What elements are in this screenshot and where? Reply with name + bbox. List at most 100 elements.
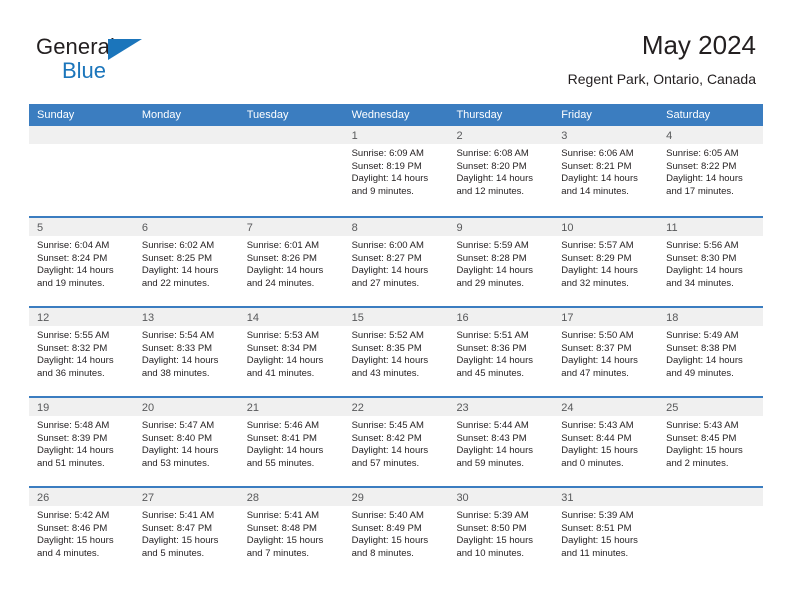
day-cell[interactable]: 28 Sunrise: 5:41 AM Sunset: 8:48 PM Dayligh… [238, 488, 344, 576]
day-cell[interactable]: 15 Sunrise: 5:52 AM Sunset: 8:35 PM Dayligh… [343, 308, 449, 396]
day-cell[interactable]: 11 Sunrise: 5:56 AM Sunset: 8:30 PM Dayligh… [658, 218, 764, 306]
day-sun-info: Sunrise: 5:50 AM Sunset: 8:37 PM Daylight:… [553, 326, 658, 380]
sunrise-text: Sunrise: 5:57 AM [561, 240, 634, 251]
sunrise-text: Sunrise: 5:53 AM [246, 330, 320, 341]
day-cell[interactable]: 1 Sunrise: 6:09 AM Sunset: 8:19 PM Daylight… [343, 126, 449, 216]
day-sun-info: Sunrise: 6:08 AM Sunset: 8:20 PM Daylight:… [448, 144, 553, 198]
day-sun-info: Sunrise: 6:09 AM Sunset: 8:19 PM Daylight:… [344, 144, 449, 198]
daylight-text-line1: Daylight: 15 hours [37, 535, 114, 547]
sunrise-text: Sunrise: 6:08 AM [456, 148, 529, 159]
day-number-band: 1 [343, 126, 449, 144]
day-sun-info: Sunrise: 6:01 AM Sunset: 8:26 PM Daylight:… [239, 236, 344, 290]
day-number-band: 22 [343, 398, 449, 416]
day-number: 2 [456, 130, 463, 142]
daylight-text-line2: and 9 minutes. [351, 185, 414, 197]
sunrise-text: Sunrise: 5:51 AM [456, 330, 529, 341]
sunset-text: Sunset: 8:50 PM [456, 522, 527, 534]
day-number-band [658, 488, 764, 506]
day-cell[interactable]: 2 Sunrise: 6:08 AM Sunset: 8:20 PM Daylight… [448, 126, 554, 216]
day-cell[interactable]: 25 Sunrise: 5:43 AM Sunset: 8:45 PM Dayligh… [658, 398, 764, 486]
daylight-text-line1: Daylight: 14 hours [666, 355, 743, 367]
sunset-text: Sunset: 8:39 PM [37, 432, 108, 444]
logo-triangle-icon [108, 39, 142, 60]
sunset-text: Sunset: 8:43 PM [456, 432, 527, 444]
day-cell[interactable]: 10 Sunrise: 5:57 AM Sunset: 8:29 PM Dayligh… [553, 218, 659, 306]
page-title: May 2024 [641, 30, 756, 60]
daylight-text-line2: and 24 minutes. [246, 277, 315, 289]
sunset-text: Sunset: 8:34 PM [246, 342, 317, 354]
logo-text-blue: Blue [62, 58, 107, 83]
daylight-text-line1: Daylight: 14 hours [456, 355, 534, 367]
day-sun-info: Sunrise: 5:43 AM Sunset: 8:45 PM Daylight:… [658, 416, 763, 470]
day-cell[interactable]: 5 Sunrise: 6:04 AM Sunset: 8:24 PM Daylight… [29, 218, 134, 306]
general-blue-logo[interactable]: General Blue [36, 34, 166, 92]
daylight-text-line1: Daylight: 14 hours [141, 445, 219, 457]
daylight-text-line2: and 45 minutes. [456, 367, 525, 379]
day-cell[interactable]: 26 Sunrise: 5:42 AM Sunset: 8:46 PM Dayligh… [29, 488, 134, 576]
day-cell[interactable]: 3 Sunrise: 6:06 AM Sunset: 8:21 PM Daylight… [553, 126, 659, 216]
day-cell-empty [133, 126, 239, 216]
sunset-text: Sunset: 8:27 PM [351, 252, 422, 264]
day-number: 17 [561, 312, 574, 324]
day-cell[interactable]: 14 Sunrise: 5:53 AM Sunset: 8:34 PM Dayligh… [238, 308, 344, 396]
daylight-text-line1: Daylight: 14 hours [246, 265, 324, 277]
daylight-text-line2: and 8 minutes. [351, 547, 414, 559]
calendar-week-row: 1 Sunrise: 6:09 AM Sunset: 8:19 PM Daylight… [29, 126, 764, 216]
daylight-text-line1: Daylight: 15 hours [141, 535, 219, 547]
sunset-text: Sunset: 8:33 PM [141, 342, 213, 354]
day-sun-info: Sunrise: 5:46 AM Sunset: 8:41 PM Daylight:… [239, 416, 344, 470]
day-number-band: 24 [553, 398, 659, 416]
daylight-text-line1: Daylight: 15 hours [561, 445, 638, 457]
day-sun-info: Sunrise: 5:55 AM Sunset: 8:32 PM Daylight:… [29, 326, 134, 380]
sunrise-text: Sunrise: 6:00 AM [351, 240, 424, 251]
sunset-text: Sunset: 8:51 PM [561, 522, 632, 534]
day-sun-info: Sunrise: 5:52 AM Sunset: 8:35 PM Daylight:… [344, 326, 449, 380]
day-sun-info: Sunrise: 6:04 AM Sunset: 8:24 PM Daylight:… [29, 236, 134, 290]
day-sun-info: Sunrise: 5:53 AM Sunset: 8:34 PM Daylight:… [239, 326, 344, 380]
day-number: 23 [456, 402, 469, 414]
day-cell[interactable]: 30 Sunrise: 5:39 AM Sunset: 8:50 PM Dayligh… [448, 488, 554, 576]
day-number: 16 [456, 312, 469, 324]
day-cell[interactable]: 31 Sunrise: 5:39 AM Sunset: 8:51 PM Dayligh… [553, 488, 659, 576]
logo-text-general: General [36, 34, 115, 59]
day-cell[interactable]: 18 Sunrise: 5:49 AM Sunset: 8:38 PM Dayligh… [658, 308, 764, 396]
day-cell[interactable]: 27 Sunrise: 5:41 AM Sunset: 8:47 PM Dayligh… [133, 488, 239, 576]
day-number: 24 [561, 402, 574, 414]
daylight-text-line1: Daylight: 14 hours [246, 355, 324, 367]
daylight-text-line1: Daylight: 14 hours [666, 173, 743, 185]
day-number: 21 [246, 402, 259, 414]
day-cell[interactable]: 17 Sunrise: 5:50 AM Sunset: 8:37 PM Dayligh… [553, 308, 659, 396]
sunrise-text: Sunrise: 5:56 AM [666, 240, 739, 251]
day-cell[interactable]: 12 Sunrise: 5:55 AM Sunset: 8:32 PM Dayligh… [29, 308, 134, 396]
day-cell[interactable]: 6 Sunrise: 6:02 AM Sunset: 8:25 PM Daylight… [133, 218, 239, 306]
day-cell[interactable]: 4 Sunrise: 6:05 AM Sunset: 8:22 PM Daylight… [658, 126, 764, 216]
day-cell[interactable]: 16 Sunrise: 5:51 AM Sunset: 8:36 PM Dayligh… [448, 308, 554, 396]
sunset-text: Sunset: 8:37 PM [561, 342, 632, 354]
day-cell[interactable]: 21 Sunrise: 5:46 AM Sunset: 8:41 PM Dayligh… [238, 398, 344, 486]
day-cell[interactable]: 7 Sunrise: 6:01 AM Sunset: 8:26 PM Daylight… [238, 218, 344, 306]
sunset-text: Sunset: 8:41 PM [246, 432, 317, 444]
daylight-text-line2: and 2 minutes. [666, 457, 729, 469]
day-cell[interactable]: 20 Sunrise: 5:47 AM Sunset: 8:40 PM Dayligh… [133, 398, 239, 486]
daylight-text-line1: Daylight: 15 hours [351, 535, 429, 547]
day-number-band: 16 [448, 308, 554, 326]
sunrise-text: Sunrise: 5:39 AM [456, 510, 529, 521]
daylight-text-line2: and 14 minutes. [561, 185, 629, 197]
day-cell[interactable]: 29 Sunrise: 5:40 AM Sunset: 8:49 PM Dayligh… [343, 488, 449, 576]
day-number-band: 8 [343, 218, 449, 236]
day-cell[interactable]: 8 Sunrise: 6:00 AM Sunset: 8:27 PM Daylight… [343, 218, 449, 306]
day-sun-info: Sunrise: 5:45 AM Sunset: 8:42 PM Daylight:… [344, 416, 449, 470]
day-cell[interactable]: 24 Sunrise: 5:43 AM Sunset: 8:44 PM Dayligh… [553, 398, 659, 486]
daylight-text-line1: Daylight: 15 hours [561, 535, 638, 547]
day-cell[interactable]: 9 Sunrise: 5:59 AM Sunset: 8:28 PM Daylight… [448, 218, 554, 306]
day-cell[interactable]: 13 Sunrise: 5:54 AM Sunset: 8:33 PM Dayligh… [133, 308, 239, 396]
daylight-text-line1: Daylight: 14 hours [37, 265, 114, 277]
day-cell[interactable]: 22 Sunrise: 5:45 AM Sunset: 8:42 PM Dayligh… [343, 398, 449, 486]
day-sun-info: Sunrise: 5:43 AM Sunset: 8:44 PM Daylight:… [553, 416, 658, 470]
daylight-text-line2: and 51 minutes. [37, 457, 105, 469]
day-cell[interactable]: 19 Sunrise: 5:48 AM Sunset: 8:39 PM Dayligh… [29, 398, 134, 486]
sunrise-text: Sunrise: 6:02 AM [141, 240, 215, 251]
day-sun-info: Sunrise: 5:48 AM Sunset: 8:39 PM Daylight:… [29, 416, 134, 470]
sunrise-text: Sunrise: 5:41 AM [141, 510, 215, 521]
day-cell[interactable]: 23 Sunrise: 5:44 AM Sunset: 8:43 PM Dayligh… [448, 398, 554, 486]
